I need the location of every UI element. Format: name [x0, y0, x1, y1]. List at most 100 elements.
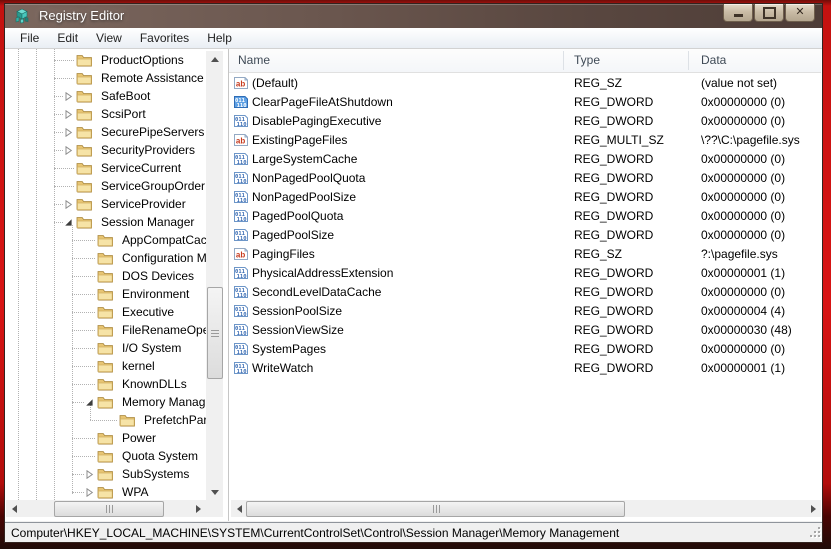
menu-item-edit[interactable]: Edit [48, 30, 87, 47]
value-row--default-[interactable]: ab(Default)REG_SZ(value not set) [229, 74, 821, 93]
tree-connector [54, 60, 74, 61]
tree-item-subsystems[interactable]: SubSystems [6, 465, 228, 483]
folder-icon [76, 143, 92, 157]
tree-item-i-o-system[interactable]: I/O System [6, 339, 228, 357]
folder-icon [97, 449, 113, 463]
value-type: REG_DWORD [574, 361, 653, 375]
value-row-pagingfiles[interactable]: abPagingFilesREG_SZ?:\pagefile.sys [229, 245, 821, 264]
dword-value-icon: 011110 [234, 171, 248, 185]
value-row-nonpagedpoolsize[interactable]: 011110NonPagedPoolSizeREG_DWORD0x0000000… [229, 188, 821, 207]
value-type: REG_DWORD [574, 114, 653, 128]
tree-item-executive[interactable]: Executive [6, 303, 228, 321]
menu-item-file[interactable]: File [11, 30, 48, 47]
resize-grip-icon[interactable] [807, 527, 820, 540]
tree-item-label: SafeBoot [101, 89, 150, 103]
collapse-icon[interactable] [64, 218, 73, 227]
folder-icon [97, 287, 113, 301]
value-name: DisablePagingExecutive [252, 114, 381, 128]
value-row-largesystemcache[interactable]: 011110LargeSystemCacheREG_DWORD0x0000000… [229, 150, 821, 169]
tree-item-servicegrouporder[interactable]: ServiceGroupOrder [6, 177, 228, 195]
tree-item-filerenameope[interactable]: FileRenameOpe [6, 321, 228, 339]
close-button[interactable]: ✕ [785, 4, 815, 22]
menu-item-favorites[interactable]: Favorites [131, 30, 198, 47]
scroll-left-button[interactable] [6, 500, 22, 517]
tree-item-servicecurrent[interactable]: ServiceCurrent [6, 159, 228, 177]
maximize-button[interactable] [754, 4, 784, 22]
tree-item-productoptions[interactable]: ProductOptions [6, 51, 228, 69]
tree-connector [72, 348, 95, 349]
value-row-systempages[interactable]: 011110SystemPagesREG_DWORD0x00000000 (0) [229, 340, 821, 359]
tree-item-safeboot[interactable]: SafeBoot [6, 87, 228, 105]
column-header-name[interactable]: Name [238, 53, 270, 67]
tree-item-dos-devices[interactable]: DOS Devices [6, 267, 228, 285]
tree-connector [72, 492, 84, 493]
menu-item-view[interactable]: View [87, 30, 131, 47]
expand-icon[interactable] [64, 128, 73, 137]
value-row-writewatch[interactable]: 011110WriteWatchREG_DWORD0x00000001 (1) [229, 359, 821, 378]
scrollbar-thumb[interactable] [207, 287, 223, 379]
menu-item-help[interactable]: Help [198, 30, 241, 47]
scroll-right-button[interactable] [190, 500, 206, 517]
tree-connector [72, 294, 95, 295]
tree-item-serviceprovider[interactable]: ServiceProvider [6, 195, 228, 213]
tree-item-scsiport[interactable]: ScsiPort [6, 105, 228, 123]
minimize-button[interactable] [723, 4, 753, 22]
title-bar[interactable]: Registry Editor ✕ [5, 4, 822, 28]
value-row-secondleveldatacache[interactable]: 011110SecondLevelDataCacheREG_DWORD0x000… [229, 283, 821, 302]
value-row-sessionpoolsize[interactable]: 011110SessionPoolSizeREG_DWORD0x00000004… [229, 302, 821, 321]
column-header-type[interactable]: Type [574, 53, 600, 67]
arrow-left-icon [12, 505, 17, 513]
scroll-up-button[interactable] [206, 51, 223, 67]
expand-icon[interactable] [64, 92, 73, 101]
value-type: REG_DWORD [574, 171, 653, 185]
value-row-nonpagedpoolquota[interactable]: 011110NonPagedPoolQuotaREG_DWORD0x000000… [229, 169, 821, 188]
tree-item-session-manager[interactable]: Session Manager [6, 213, 228, 231]
folder-icon [76, 89, 92, 103]
tree-item-configuration-m[interactable]: Configuration M [6, 249, 228, 267]
tree-vertical-scrollbar[interactable] [206, 51, 223, 500]
value-row-physicaladdressextension[interactable]: 011110PhysicalAddressExtensionREG_DWORD0… [229, 264, 821, 283]
window-title: Registry Editor [39, 8, 124, 23]
svg-text:110: 110 [237, 236, 247, 242]
value-row-pagedpoolsize[interactable]: 011110PagedPoolSizeREG_DWORD0x00000000 (… [229, 226, 821, 245]
scroll-left-button[interactable] [231, 500, 247, 517]
list-horizontal-scrollbar[interactable] [231, 500, 821, 517]
tree-item-securepipeservers[interactable]: SecurePipeServers [6, 123, 228, 141]
tree-item-remote-assistance[interactable]: Remote Assistance [6, 69, 228, 87]
tree-item-wpa[interactable]: WPA [6, 483, 228, 501]
scrollbar-thumb[interactable] [54, 501, 164, 517]
tree-item-securityproviders[interactable]: SecurityProviders [6, 141, 228, 159]
tree-item-environment[interactable]: Environment [6, 285, 228, 303]
value-row-disablepagingexecutive[interactable]: 011110DisablePagingExecutiveREG_DWORD0x0… [229, 112, 821, 131]
scrollbar-thumb[interactable] [246, 501, 625, 517]
tree-connector [72, 258, 95, 259]
tree-item-quota-system[interactable]: Quota System [6, 447, 228, 465]
tree-item-appcompatcac[interactable]: AppCompatCac [6, 231, 228, 249]
expand-icon[interactable] [85, 470, 94, 479]
tree-item-kernel[interactable]: kernel [6, 357, 228, 375]
tree-item-memory-manag[interactable]: Memory Manag [6, 393, 228, 411]
tree-connector [72, 276, 95, 277]
value-row-clearpagefileatshutdown[interactable]: 011110ClearPageFileAtShutdownREG_DWORD0x… [229, 93, 821, 112]
tree-item-power[interactable]: Power [6, 429, 228, 447]
tree-item-knowndlls[interactable]: KnownDLLs [6, 375, 228, 393]
expand-icon[interactable] [64, 200, 73, 209]
value-row-sessionviewsize[interactable]: 011110SessionViewSizeREG_DWORD0x00000030… [229, 321, 821, 340]
value-row-existingpagefiles[interactable]: abExistingPageFilesREG_MULTI_SZ\??\C:\pa… [229, 131, 821, 150]
tree-item-prefetchpara[interactable]: PrefetchPara [6, 411, 228, 429]
tree-connector [54, 222, 63, 223]
expand-icon[interactable] [64, 110, 73, 119]
value-data: 0x00000000 (0) [701, 95, 785, 109]
value-row-pagedpoolquota[interactable]: 011110PagedPoolQuotaREG_DWORD0x00000000 … [229, 207, 821, 226]
column-resize-handle[interactable] [563, 51, 564, 70]
expand-icon[interactable] [85, 488, 94, 497]
value-name: NonPagedPoolQuota [252, 171, 365, 185]
scroll-down-button[interactable] [206, 484, 223, 500]
tree-horizontal-scrollbar[interactable] [6, 500, 206, 517]
status-bar: Computer\HKEY_LOCAL_MACHINE\SYSTEM\Curre… [5, 522, 822, 542]
expand-icon[interactable] [64, 146, 73, 155]
collapse-icon[interactable] [85, 398, 94, 407]
scroll-right-button[interactable] [805, 500, 821, 517]
column-header-data[interactable]: Data [701, 53, 726, 67]
column-resize-handle[interactable] [688, 51, 689, 70]
